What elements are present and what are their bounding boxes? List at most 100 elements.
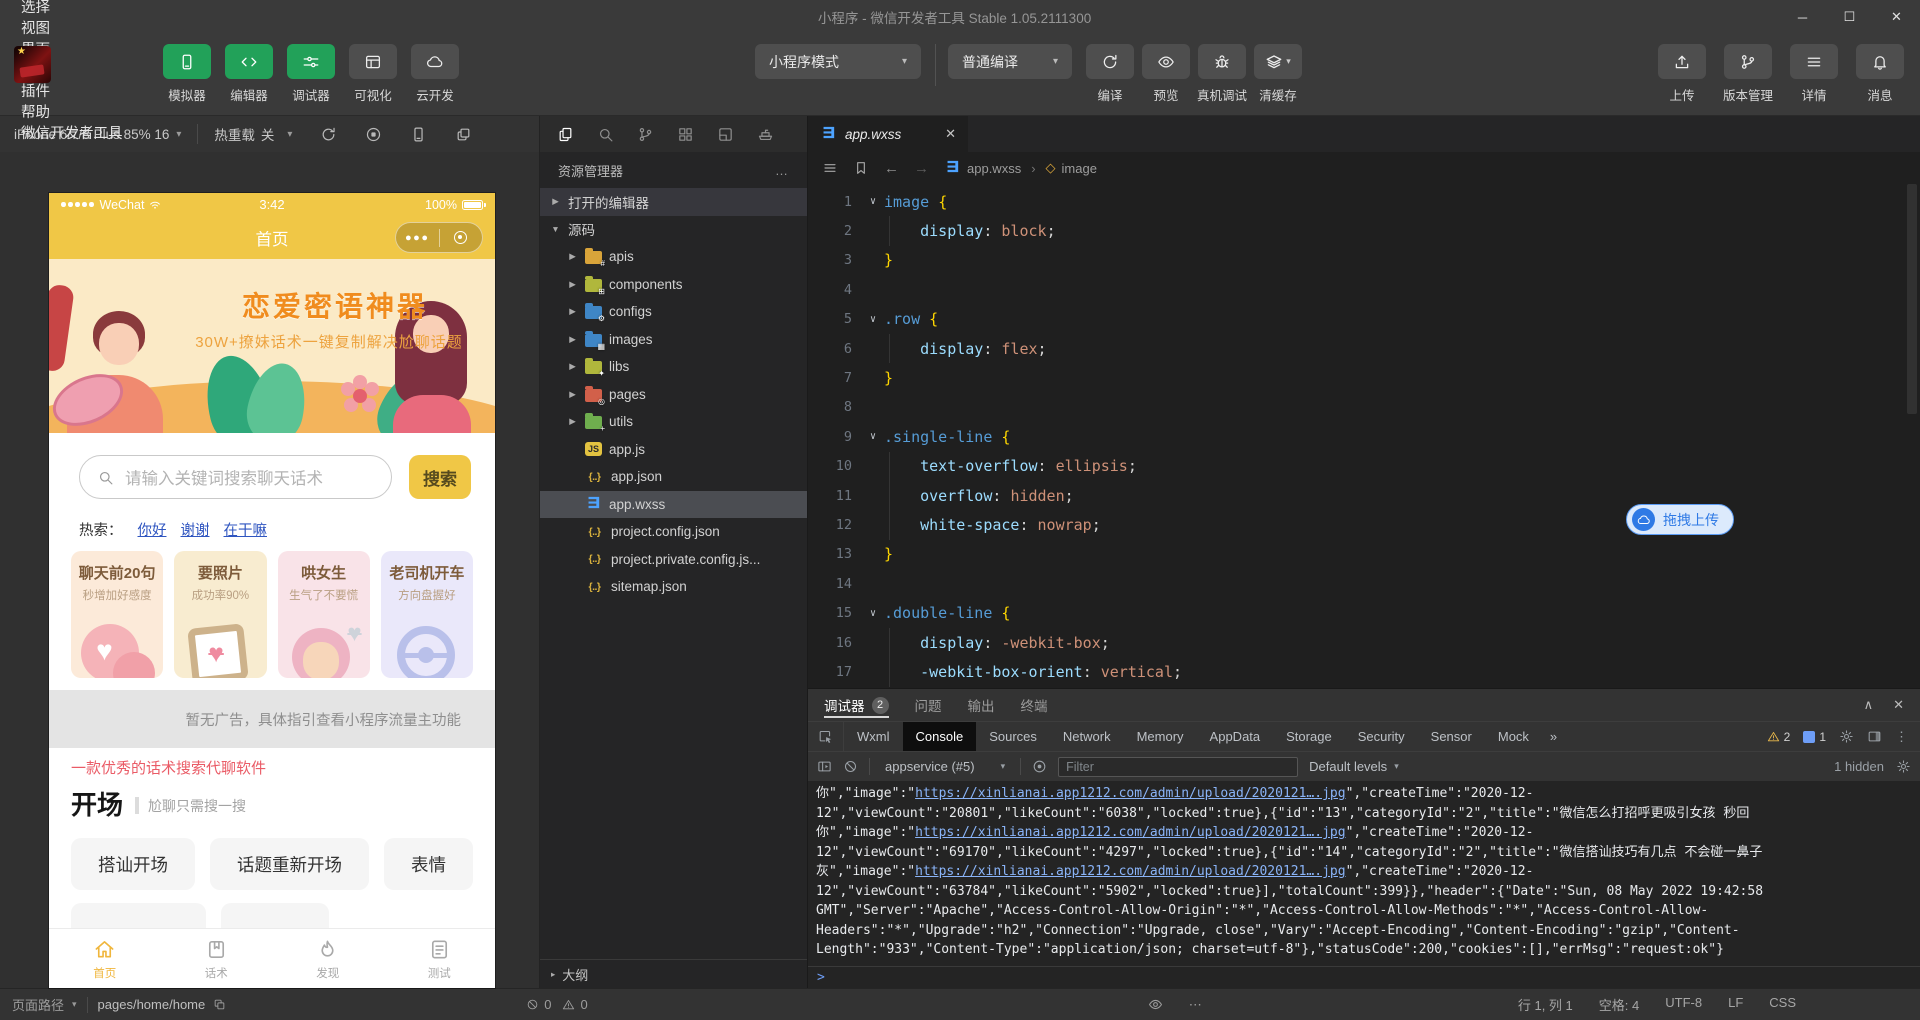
phone-icon[interactable] — [410, 126, 427, 143]
toolbar-upload-button[interactable]: 上传 — [1656, 44, 1708, 104]
console-link[interactable]: https://xinlianai.app1212.com/admin/uplo… — [915, 825, 1345, 840]
bookmark-icon[interactable] — [853, 160, 869, 176]
branch-icon[interactable] — [637, 126, 654, 143]
console-prompt[interactable]: > — [808, 966, 1920, 988]
code-line[interactable]: 13} — [808, 540, 1920, 569]
code-line[interactable]: 10 text-overflow: ellipsis; — [808, 451, 1920, 482]
tree-item-[interactable]: ▼ 源码 — [540, 216, 807, 244]
close-tab-icon[interactable]: ✕ — [945, 126, 956, 142]
tree-item-utils[interactable]: ▶ + utils — [540, 408, 807, 436]
code-line[interactable]: 2 display: block; — [808, 216, 1920, 247]
devtools-tab-sources[interactable]: Sources — [976, 722, 1050, 751]
more-icon[interactable]: ⋯ — [1189, 997, 1204, 1013]
problems-indicator[interactable]: 0 0 — [526, 997, 588, 1012]
hot-search-link[interactable]: 谢谢 — [181, 519, 210, 540]
action-refresh-button[interactable]: 编译 — [1084, 44, 1136, 104]
tree-item-sitemap.json[interactable]: {..} sitemap.json — [540, 573, 807, 601]
tree-item-app.js[interactable]: JS app.js — [540, 436, 807, 464]
editor-tab-app-wxss[interactable]: app.wxss ✕ — [808, 116, 968, 152]
warning-count[interactable]: 2 — [1767, 730, 1790, 744]
action-eye-button[interactable]: 预览 — [1140, 44, 1192, 104]
toolbar-branch-button[interactable]: 版本管理 — [1722, 44, 1774, 104]
menu-item[interactable]: 视图 — [10, 17, 134, 38]
close-button[interactable]: ✕ — [1873, 0, 1920, 34]
tree-item-[interactable]: ▶ 打开的编辑器 — [540, 188, 807, 216]
status-item[interactable]: LF — [1728, 995, 1743, 1014]
status-item[interactable]: 行 1, 列 1 — [1518, 995, 1573, 1014]
layout-icon[interactable] — [717, 126, 734, 143]
kebab-menu-icon[interactable]: ⋮ — [1895, 729, 1908, 745]
live-expression-icon[interactable] — [1032, 759, 1047, 774]
devtools-tab-network[interactable]: Network — [1050, 722, 1124, 751]
phone-tab-flame[interactable]: 发现 — [272, 929, 384, 988]
devtools-tab-mock[interactable]: Mock — [1485, 722, 1542, 751]
clear-console-icon[interactable] — [843, 759, 858, 774]
files-icon[interactable] — [557, 126, 574, 143]
devtools-tab-sensor[interactable]: Sensor — [1418, 722, 1485, 751]
collapse-panel-icon[interactable]: ∧ — [1864, 697, 1874, 713]
code-line[interactable]: 17 -webkit-box-orient: vertical; — [808, 657, 1920, 688]
search-button[interactable]: 搜索 — [409, 455, 471, 499]
code-editor[interactable]: 1 ∨ image {2 display: block; 3} 4 5 ∨ .row {6 d… — [808, 184, 1920, 688]
status-item[interactable]: 空格: 4 — [1599, 995, 1639, 1014]
tree-item-images[interactable]: ▶ ▦ images — [540, 326, 807, 354]
code-line[interactable]: 5 ∨ .row { — [808, 305, 1920, 334]
devtools-tab-wxml[interactable]: Wxml — [844, 722, 903, 751]
wechat-capsule[interactable]: ●●● — [395, 222, 483, 253]
tree-item-libs[interactable]: ▶ ✦ libs — [540, 353, 807, 381]
console-log[interactable]: 你","image":"https://xinlianai.app1212.co… — [808, 781, 1920, 966]
forward-icon[interactable]: → — [914, 160, 929, 177]
debugger-tab-调试器[interactable]: 调试器 2 — [824, 689, 889, 721]
grid-icon[interactable] — [677, 126, 694, 143]
code-line[interactable]: 8 — [808, 393, 1920, 422]
tree-item-components[interactable]: ▶ ⊞ components — [540, 271, 807, 299]
code-line[interactable]: 15 ∨ .double-line { — [808, 598, 1920, 627]
dock-side-icon[interactable] — [1867, 729, 1882, 744]
code-line[interactable]: 11 overflow: hidden; — [808, 480, 1920, 511]
code-line[interactable]: 14 — [808, 569, 1920, 598]
tree-item-app.json[interactable]: {..} app.json — [540, 463, 807, 491]
more-icon[interactable]: ●●● — [396, 232, 439, 244]
toolbar-bell-button[interactable]: 消息 — [1854, 44, 1906, 104]
console-link[interactable]: https://xinlianai.app1212.com/admin/uplo… — [915, 864, 1345, 879]
menu-item[interactable]: 微信开发者工具 — [10, 122, 134, 143]
code-line[interactable]: 9 ∨ .single-line { — [808, 422, 1920, 451]
code-line[interactable]: 16 display: -webkit-box; — [808, 627, 1920, 658]
tree-item-configs[interactable]: ▶ ⚙ configs — [540, 298, 807, 326]
devtools-tab-console[interactable]: Console — [902, 722, 977, 751]
refresh-icon[interactable] — [320, 126, 337, 143]
inspect-element-icon[interactable] — [808, 722, 844, 751]
code-line[interactable]: 3} — [808, 246, 1920, 275]
status-item[interactable]: UTF-8 — [1665, 995, 1702, 1014]
menu-item[interactable]: 帮助 — [10, 101, 134, 122]
tree-item-app.wxss[interactable]: app.wxss — [540, 490, 807, 518]
outline-section[interactable]: ▸ 大纲 — [540, 959, 807, 988]
feature-card[interactable]: 老司机开车 方向盘握好 — [380, 551, 473, 678]
code-line[interactable]: 7} — [808, 363, 1920, 392]
topic-button[interactable]: 搭讪开场 — [71, 838, 195, 890]
devtools-tab-appdata[interactable]: AppData — [1197, 722, 1274, 751]
info-count[interactable]: 1 — [1803, 730, 1826, 744]
feature-card[interactable]: 聊天前20句 秒增加好感度 ♥ — [71, 551, 164, 678]
devtools-tab-security[interactable]: Security — [1345, 722, 1418, 751]
toolbar-rows-button[interactable]: 详情 — [1788, 44, 1840, 104]
tree-item-project.config.json[interactable]: {..} project.config.json — [540, 518, 807, 546]
phone-tab-book[interactable]: 话术 — [161, 929, 273, 988]
outline-list-icon[interactable] — [822, 160, 838, 176]
hot-search-link[interactable]: 你好 — [138, 519, 167, 540]
drag-upload-button[interactable]: 拖拽上传 — [1626, 504, 1734, 535]
project-avatar[interactable] — [14, 46, 51, 83]
code-line[interactable]: 1 ∨ image { — [808, 187, 1920, 216]
hero-banner[interactable]: 恋爱密语神器 30W+撩妹话术一键复制解决尬聊话题 — [49, 259, 495, 433]
close-panel-icon[interactable]: ✕ — [1893, 697, 1904, 713]
tree-item-apis[interactable]: ▶ # apis — [540, 243, 807, 271]
minimize-button[interactable]: ─ — [1779, 0, 1826, 34]
breadcrumb[interactable]: app.wxss › ◇ image — [944, 158, 1097, 178]
console-filter-input[interactable] — [1058, 756, 1299, 777]
console-sidebar-icon[interactable] — [817, 759, 832, 774]
back-icon[interactable]: ← — [884, 160, 899, 177]
debugger-tab-输出[interactable]: 输出 — [968, 689, 995, 721]
search-icon[interactable] — [597, 126, 614, 143]
compile-mode-select[interactable]: 普通编译 ▾ — [948, 44, 1072, 79]
code-line[interactable]: 6 display: flex; — [808, 333, 1920, 364]
